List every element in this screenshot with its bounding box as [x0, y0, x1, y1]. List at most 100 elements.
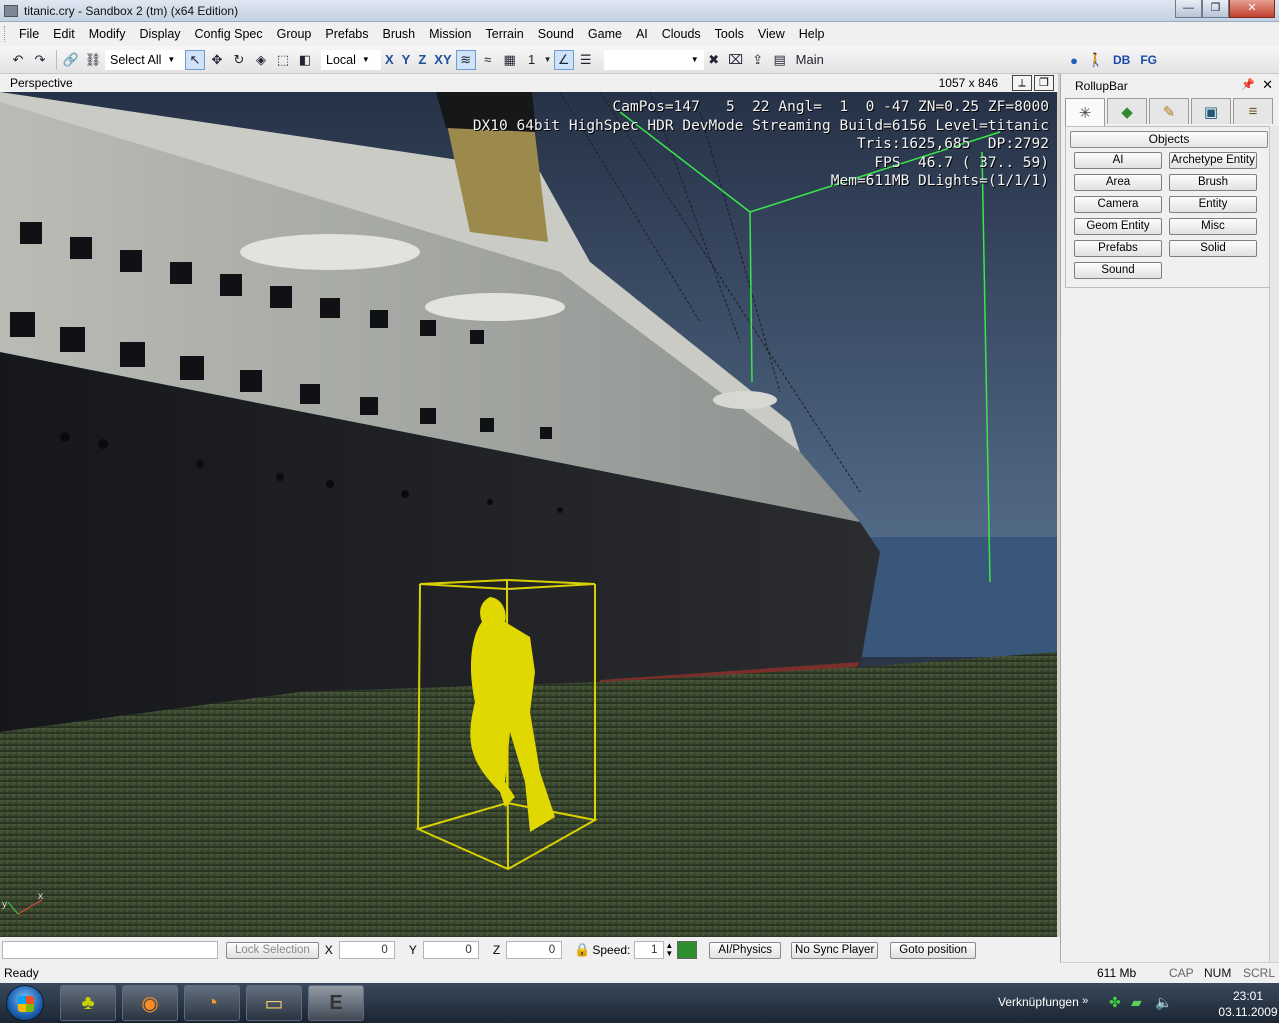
- layers-icon[interactable]: ▤: [770, 50, 790, 70]
- volume-icon[interactable]: 🔈: [1155, 994, 1172, 1011]
- tab-layers[interactable]: ≡: [1233, 98, 1273, 124]
- database-button[interactable]: DB: [1113, 53, 1130, 67]
- menu-mission[interactable]: Mission: [422, 27, 478, 41]
- object-geom-entity-button[interactable]: Geom Entity: [1074, 218, 1162, 235]
- follow-terrain-icon[interactable]: ≋: [455, 49, 476, 70]
- menu-brush[interactable]: Brush: [375, 27, 422, 41]
- close-icon[interactable]: ✕: [1262, 77, 1273, 93]
- menu-ai[interactable]: AI: [629, 27, 655, 41]
- coordinate-system-combo[interactable]: Local ▼: [321, 49, 381, 70]
- named-selection-combo[interactable]: ▼: [603, 49, 704, 70]
- z-coordinate-field[interactable]: 0: [506, 941, 563, 959]
- delete-selection-icon[interactable]: ✖: [704, 50, 724, 70]
- axis-x-button[interactable]: X: [381, 52, 398, 67]
- taskbar-app-explorer[interactable]: ▭: [246, 985, 302, 1021]
- unlink-icon[interactable]: ⛓: [83, 50, 103, 70]
- menu-view[interactable]: View: [751, 27, 792, 41]
- axis-z-button[interactable]: Z: [414, 52, 430, 67]
- selection-combo[interactable]: Select All ▼: [105, 49, 185, 70]
- object-prefabs-button[interactable]: Prefabs: [1074, 240, 1162, 257]
- undo-icon[interactable]: ↶: [8, 50, 28, 70]
- menu-file[interactable]: File: [12, 27, 46, 41]
- export-icon[interactable]: ⇪: [748, 50, 768, 70]
- tab-brush[interactable]: ✎: [1149, 98, 1189, 124]
- menu-terrain[interactable]: Terrain: [479, 27, 531, 41]
- axis-y-button[interactable]: Y: [398, 52, 415, 67]
- lock-icon[interactable]: 🔒: [574, 942, 590, 958]
- rollup-scrollbar[interactable]: [1269, 126, 1279, 962]
- menu-game[interactable]: Game: [581, 27, 629, 41]
- link-icon[interactable]: 🔗: [61, 50, 81, 70]
- maximize-button[interactable]: ❐: [1202, 0, 1229, 18]
- goto-position-button[interactable]: Goto position: [890, 941, 977, 959]
- perspective-viewport[interactable]: y x CamPos=147 5 22 Angl= 1 0 -47 ZN=0.2…: [0, 92, 1057, 937]
- terrain-collision-icon[interactable]: [677, 941, 698, 959]
- menu-config-spec[interactable]: Config Spec: [188, 27, 270, 41]
- taskbar-app-rss[interactable]: ◔: [184, 985, 240, 1021]
- object-brush-button[interactable]: Brush: [1169, 174, 1257, 191]
- no-sync-player-button[interactable]: No Sync Player: [791, 941, 879, 959]
- taskbar-app-sandbox[interactable]: E: [308, 985, 364, 1021]
- taskbar-app-firefox[interactable]: ◉: [122, 985, 178, 1021]
- taskbar-clock[interactable]: 23:01 03.11.2009: [1213, 988, 1279, 1020]
- flowgraph-button[interactable]: FG: [1140, 53, 1157, 67]
- menu-help[interactable]: Help: [792, 27, 832, 41]
- snap-objects-icon[interactable]: ≈: [478, 50, 498, 70]
- pin-icon[interactable]: 📌: [1241, 78, 1255, 91]
- grid-size-value[interactable]: 1: [522, 50, 542, 70]
- current-layer-label[interactable]: Main: [792, 50, 828, 70]
- menu-display[interactable]: Display: [133, 27, 188, 41]
- select-terrain-icon[interactable]: ⬚: [273, 50, 293, 70]
- taskbar-app-crysis[interactable]: ♣: [60, 985, 116, 1021]
- tab-terrain[interactable]: ◆: [1107, 98, 1147, 124]
- move-tool-icon[interactable]: ✥: [207, 50, 227, 70]
- menu-clouds[interactable]: Clouds: [655, 27, 708, 41]
- chevron-down-icon[interactable]: ▼: [544, 50, 552, 70]
- object-sound-button[interactable]: Sound: [1074, 262, 1162, 279]
- ai-physics-button[interactable]: AI/Physics: [709, 941, 782, 959]
- x-coordinate-field[interactable]: 0: [338, 941, 395, 959]
- select-tool-icon[interactable]: ↖: [185, 49, 205, 70]
- clover-icon[interactable]: ✤: [1109, 994, 1121, 1011]
- y-coordinate-field[interactable]: 0: [422, 941, 479, 959]
- minimize-button[interactable]: —: [1175, 0, 1202, 18]
- menu-edit[interactable]: Edit: [46, 27, 82, 41]
- close-button[interactable]: ✕: [1229, 0, 1275, 18]
- freeze-icon[interactable]: ⌧: [726, 50, 746, 70]
- menu-tools[interactable]: Tools: [708, 27, 751, 41]
- objects-header-button[interactable]: Objects: [1070, 131, 1268, 148]
- object-camera-button[interactable]: Camera: [1074, 196, 1162, 213]
- menu-prefabs[interactable]: Prefabs: [318, 27, 375, 41]
- viewport-maximize-icon[interactable]: ❐: [1034, 75, 1054, 91]
- speed-input[interactable]: 1: [634, 941, 665, 959]
- viewport-name[interactable]: Perspective: [10, 76, 73, 90]
- tab-display[interactable]: ▣: [1191, 98, 1231, 124]
- menu-sound[interactable]: Sound: [531, 27, 581, 41]
- globe-icon[interactable]: ●: [1064, 50, 1084, 70]
- object-list-icon[interactable]: ☰: [576, 50, 596, 70]
- speed-stepper-icon[interactable]: ▲ ▼: [665, 942, 673, 958]
- tab-create[interactable]: ✳: [1065, 98, 1105, 126]
- terrain-snap-icon[interactable]: ◧: [295, 50, 315, 70]
- chevron-right-icon[interactable]: »: [1082, 995, 1088, 1007]
- player-icon[interactable]: 🚶: [1086, 50, 1106, 70]
- object-archetype-entity-button[interactable]: Archetype Entity: [1169, 152, 1257, 169]
- viewport-options-icon[interactable]: ⟂: [1012, 75, 1032, 91]
- grid-icon[interactable]: ▦: [500, 50, 520, 70]
- start-button[interactable]: [6, 985, 44, 1021]
- object-misc-button[interactable]: Misc: [1169, 218, 1257, 235]
- network-icon[interactable]: ▰: [1131, 994, 1142, 1011]
- angle-snap-icon[interactable]: ∠: [553, 49, 574, 70]
- scale-tool-icon[interactable]: ◈: [251, 50, 271, 70]
- axis-xy-button[interactable]: XY: [430, 52, 455, 67]
- object-area-button[interactable]: Area: [1074, 174, 1162, 191]
- lock-selection-button[interactable]: Lock Selection: [226, 941, 319, 959]
- object-entity-button[interactable]: Entity: [1169, 196, 1257, 213]
- redo-icon[interactable]: ↷: [30, 50, 50, 70]
- quicklinks-toolbar[interactable]: Verknüpfungen »: [998, 995, 1088, 1009]
- menu-group[interactable]: Group: [270, 27, 319, 41]
- menu-modify[interactable]: Modify: [82, 27, 133, 41]
- rotate-tool-icon[interactable]: ↻: [229, 50, 249, 70]
- object-solid-button[interactable]: Solid: [1169, 240, 1257, 257]
- object-ai-button[interactable]: AI: [1074, 152, 1162, 169]
